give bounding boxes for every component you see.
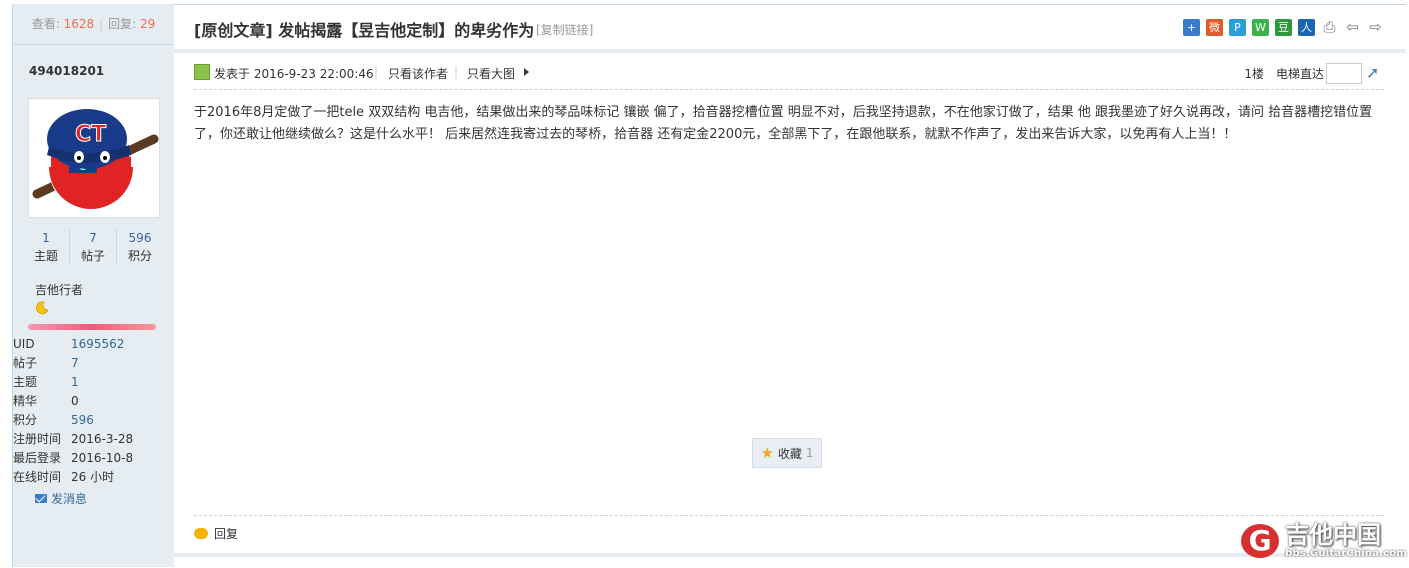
- profile-value: 2016-3-28: [71, 432, 134, 446]
- tencent-weibo-share-icon[interactable]: P: [1229, 19, 1246, 36]
- divider: |: [454, 65, 459, 79]
- reply-label: 回复: [214, 527, 239, 541]
- share-toolbar: + 微 P W 豆 人 ⎙ ⇦ ⇨: [1183, 19, 1384, 36]
- envelope-icon: [35, 494, 47, 503]
- view-large-image-link[interactable]: 只看大图: [467, 65, 515, 82]
- send-message-link[interactable]: 发消息: [35, 490, 87, 507]
- profile-row-digest: 精华 0: [13, 392, 174, 411]
- favorite-label: 收藏: [777, 446, 802, 461]
- floor-number[interactable]: 1楼: [1244, 65, 1264, 82]
- watermark-text: 吉他中国 bbs.GuitarChina.com: [1285, 522, 1407, 559]
- author-profile: UID 1695562 帖子 7 主题 1 精华 0 积分 596 注册时间 2016-3-…: [13, 335, 174, 487]
- watermark-site-url: bbs.GuitarChina.com: [1285, 548, 1407, 559]
- thread-header: [原创文章] 发帖揭露【昱吉他定制】的卑劣作为 [复制链接] + 微 P W 豆…: [174, 5, 1406, 53]
- wechat-share-icon[interactable]: W: [1252, 19, 1269, 36]
- thread-title-text: [原创文章] 发帖揭露【昱吉他定制】的卑劣作为: [194, 21, 535, 40]
- favorite-count: 1: [805, 446, 814, 460]
- views-count: 1628: [63, 17, 95, 31]
- profile-key: 在线时间: [13, 470, 62, 484]
- avatar[interactable]: CT: [28, 98, 160, 218]
- author-sidebar: 查看: 1628 | 回复: 29 494018201 CT 1 主题 7 帖子…: [12, 4, 174, 567]
- level-bar: [28, 324, 156, 330]
- views-label: 查看:: [31, 17, 60, 31]
- divider: |: [374, 65, 379, 79]
- send-message-label: 发消息: [51, 492, 88, 506]
- site-watermark: G 吉他中国 bbs.GuitarChina.com: [1241, 522, 1407, 559]
- guitarchina-logo: G: [1241, 523, 1280, 558]
- post-content: 于2016年8月定做了一把tele 双双结构 电吉他，结果做出来的琴品味标记 镶…: [194, 105, 1373, 142]
- profile-key: 主题: [13, 375, 38, 389]
- elevator-input[interactable]: [1326, 63, 1362, 84]
- post-bottom-bar: [174, 553, 1406, 557]
- profile-value[interactable]: 1: [71, 373, 79, 392]
- profile-row-online: 在线时间 26 小时: [13, 468, 174, 487]
- stat-value: 7: [89, 231, 97, 245]
- profile-row-lastlogin: 最后登录 2016-10-8: [13, 449, 174, 468]
- stat-label: 积分: [127, 249, 152, 263]
- reply-button[interactable]: 回复: [194, 525, 238, 542]
- stat-label: 帖子: [80, 249, 105, 263]
- profile-value: 0: [71, 394, 79, 408]
- profile-row-credits: 积分 596: [13, 411, 174, 430]
- post-date: 发表于 2016-9-23 22:00:46: [214, 67, 374, 81]
- favorite-button[interactable]: ★ 收藏 1: [752, 438, 822, 468]
- profile-key: 积分: [13, 413, 38, 427]
- profile-value: 2016-10-8: [71, 451, 134, 465]
- user-group[interactable]: 吉他行者: [35, 281, 83, 298]
- reply-bubble-icon: [194, 528, 208, 539]
- renren-share-icon[interactable]: 人: [1298, 19, 1315, 36]
- thread-title: [原创文章] 发帖揭露【昱吉他定制】的卑劣作为: [194, 17, 534, 41]
- print-icon[interactable]: ⎙: [1321, 19, 1338, 36]
- star-icon: ★: [760, 444, 774, 462]
- author-stats: 1 主题 7 帖子 596 积分: [23, 229, 163, 265]
- stat-credits[interactable]: 596 积分: [117, 229, 163, 265]
- profile-key: UID: [13, 337, 35, 351]
- only-author-link[interactable]: 只看该作者: [388, 65, 448, 82]
- thread-stats: 查看: 1628 | 回复: 29: [13, 4, 174, 45]
- author-username[interactable]: 494018201: [13, 45, 174, 81]
- replies-label: 回复:: [108, 17, 137, 31]
- profile-row-threads: 主题 1: [13, 373, 174, 392]
- profile-key: 最后登录: [13, 451, 62, 465]
- online-status-icon: [194, 64, 210, 80]
- profile-value[interactable]: 596: [71, 411, 94, 430]
- divider: [194, 515, 1384, 516]
- watermark-site-name: 吉他中国: [1285, 521, 1382, 549]
- profile-key: 精华: [13, 394, 38, 408]
- profile-value[interactable]: 1695562: [71, 335, 124, 354]
- profile-value[interactable]: 7: [71, 354, 79, 373]
- stat-posts[interactable]: 7 帖子: [70, 229, 117, 265]
- replies-count: 29: [140, 17, 156, 31]
- elevator-go-icon[interactable]: ➚: [1366, 63, 1384, 82]
- svg-text:CT: CT: [75, 122, 106, 147]
- profile-key: 帖子: [13, 356, 38, 370]
- qzone-share-icon[interactable]: +: [1183, 19, 1200, 36]
- next-thread-icon[interactable]: ⇨: [1367, 19, 1384, 36]
- post-main: [原创文章] 发帖揭露【昱吉他定制】的卑劣作为 [复制链接] + 微 P W 豆…: [174, 4, 1406, 568]
- elevator-label: 电梯直达: [1275, 67, 1324, 81]
- stat-label: 主题: [33, 249, 58, 263]
- profile-row-regdate: 注册时间 2016-3-28: [13, 430, 174, 449]
- stat-value: 1: [42, 231, 50, 245]
- moon-level-icon: [35, 301, 49, 315]
- douban-share-icon[interactable]: 豆: [1275, 19, 1292, 36]
- prev-thread-icon[interactable]: ⇦: [1344, 19, 1361, 36]
- stat-threads[interactable]: 1 主题: [23, 229, 70, 265]
- copy-link-button[interactable]: [复制链接]: [536, 21, 593, 38]
- post-info-bar: 发表于 2016-9-23 22:00:46 | 只看该作者 | 只看大图 1楼…: [194, 63, 1384, 90]
- profile-value: 26 小时: [71, 470, 115, 484]
- caret-right-icon: [524, 68, 529, 76]
- profile-key: 注册时间: [13, 432, 62, 446]
- stat-value: 596: [128, 231, 152, 245]
- profile-row-uid: UID 1695562: [13, 335, 174, 354]
- weibo-share-icon[interactable]: 微: [1206, 19, 1223, 36]
- profile-row-posts: 帖子 7: [13, 354, 174, 373]
